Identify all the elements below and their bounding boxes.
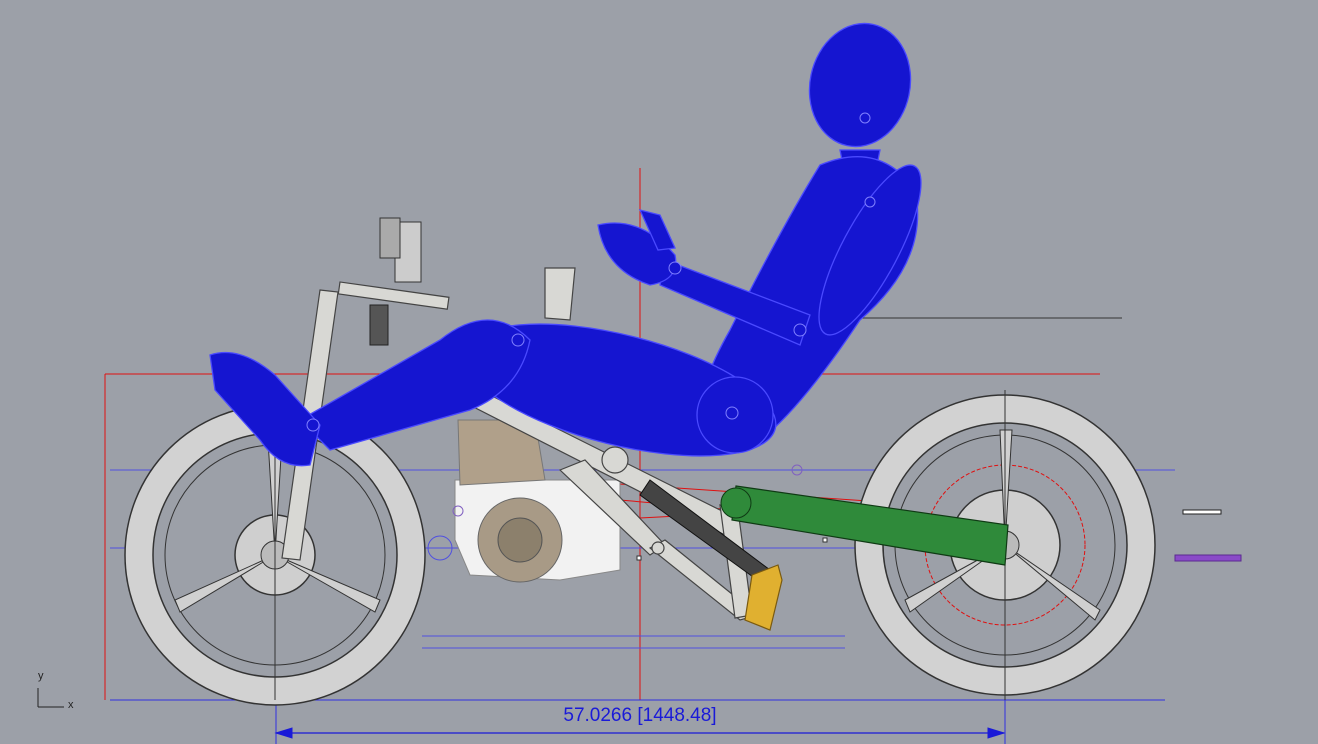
dimension-line[interactable] [274,727,1006,739]
layer-swatch-white [1182,509,1222,515]
engine-block[interactable] [427,419,621,583]
dimension-value[interactable]: 57.0266 [1448.48] [520,705,760,727]
rhino-viewport[interactable]: 57.0266 [1448.48] y x [0,0,1318,744]
swingarm-pivot[interactable] [720,487,752,519]
rider-mannequin[interactable] [209,14,939,482]
axis-icon [37,688,64,708]
axis-y-label: y [38,670,44,682]
layer-swatch-purple [1174,554,1242,562]
cad-scene[interactable] [0,0,1318,744]
front-shock[interactable] [369,217,422,346]
axis-x-label: x [68,699,74,711]
